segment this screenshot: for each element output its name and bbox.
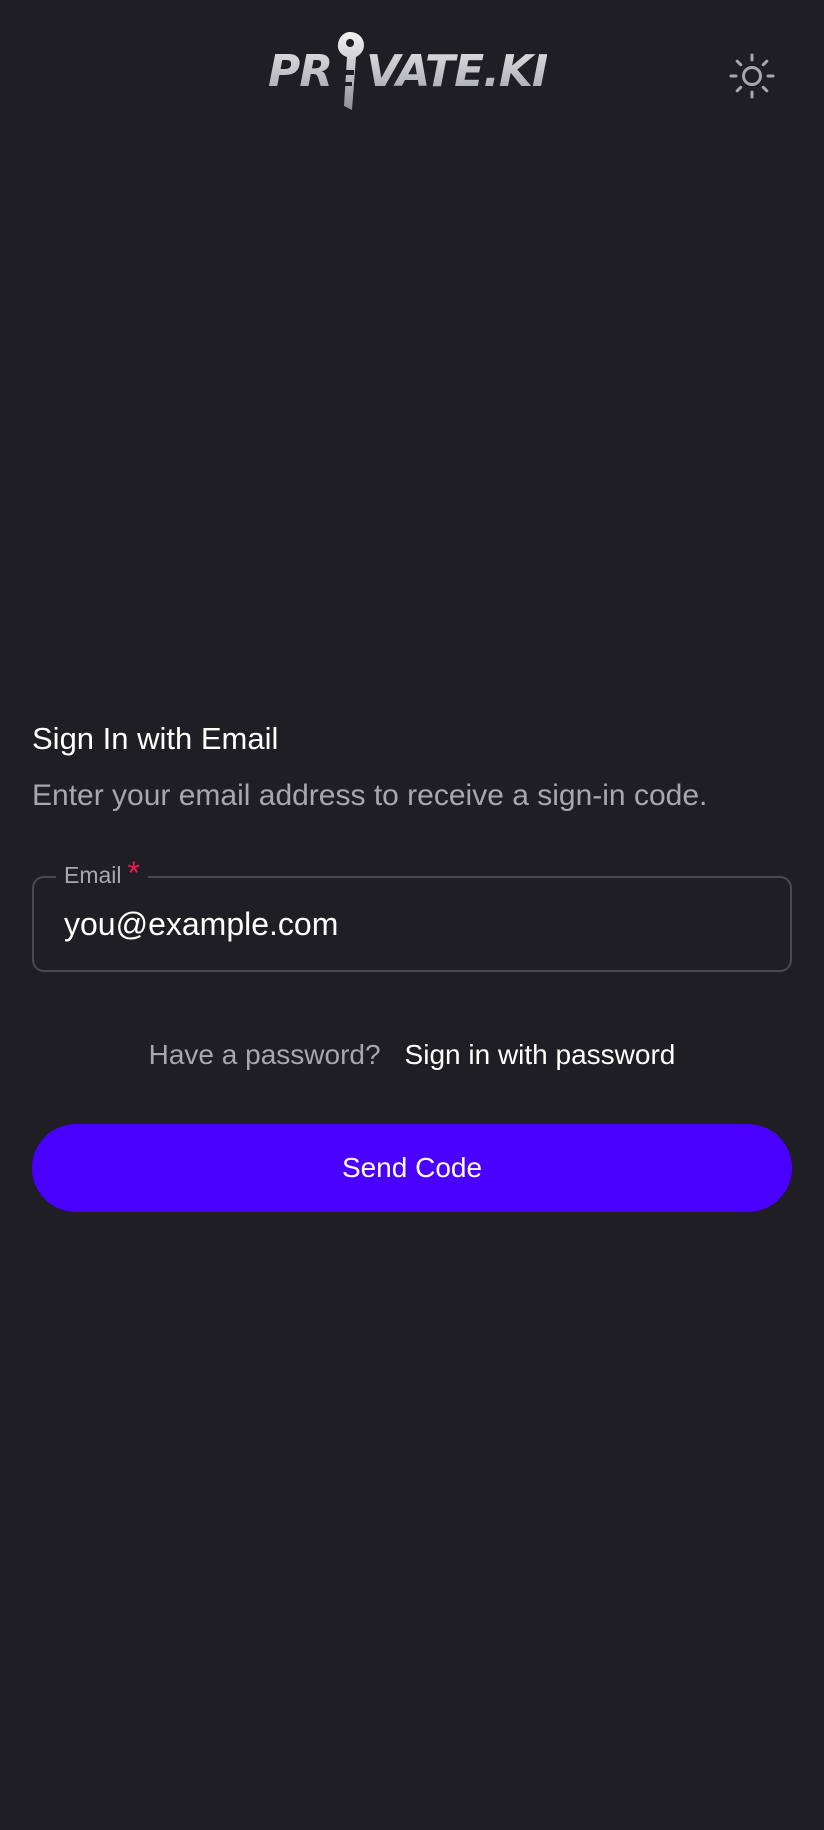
page-title: Sign In with Email <box>32 721 279 756</box>
key-icon <box>337 32 365 110</box>
app-header: PR VATE.KI <box>0 0 824 150</box>
logo-wordmark: PR VATE.KI <box>268 30 547 114</box>
password-prompt-text: Have a password? <box>148 1039 381 1070</box>
theme-toggle-button[interactable] <box>726 50 778 102</box>
sign-in-with-password-link[interactable]: Sign in with password <box>405 1039 676 1071</box>
password-signin-row: Have a password? Sign in with password <box>32 1030 792 1080</box>
sun-icon <box>729 53 775 99</box>
email-field-container: Email * <box>32 857 792 972</box>
private-ki-logo: PR VATE.KI <box>268 30 556 114</box>
logo-text-left: PR <box>268 46 333 97</box>
logo-text-right: VATE.KI <box>366 46 548 97</box>
email-signin-form: Sign In with Email Enter your email addr… <box>32 710 792 1212</box>
email-input[interactable] <box>64 878 764 970</box>
send-code-button[interactable]: Send Code <box>32 1124 792 1212</box>
page-subtitle: Enter your email address to receive a si… <box>32 779 708 812</box>
